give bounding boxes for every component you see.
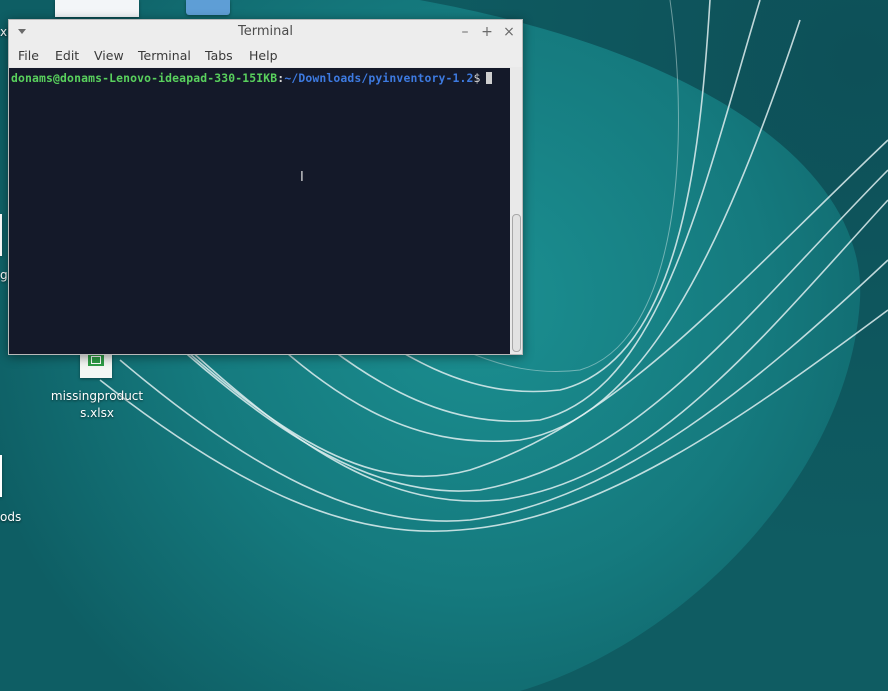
maximize-button[interactable]: + [478,23,496,41]
menu-terminal[interactable]: Terminal [138,48,191,63]
menu-view[interactable]: View [94,48,124,63]
prompt-symbol: $ [473,71,481,85]
menu-bar: File Edit View Terminal Tabs Help [9,44,522,67]
minimize-button[interactable]: – [456,23,474,41]
ibeam-cursor-icon: I [300,170,304,185]
desktop-thumbnail-icon[interactable] [55,0,139,17]
prompt-user-host: donams@donams-Lenovo-ideapad-330-15IKB [11,71,278,85]
menu-file[interactable]: File [18,48,39,63]
menu-edit[interactable]: Edit [55,48,79,63]
menu-tabs[interactable]: Tabs [205,48,233,63]
file-icon[interactable] [0,214,2,256]
title-bar[interactable]: Terminal – + × [9,20,522,44]
menu-help[interactable]: Help [249,48,278,63]
icon-label-line2: s.xlsx [80,406,114,420]
close-button[interactable]: × [500,23,518,41]
desktop-icon-label-ods[interactable]: ods [0,509,21,526]
desktop-icon-label-g[interactable]: g [0,267,8,284]
folder-icon[interactable] [186,0,230,15]
icon-label-line1: missingproduct [50,389,144,403]
terminal-window[interactable]: Terminal – + × File Edit View Terminal T… [8,19,523,355]
scrollbar-thumb[interactable] [512,214,521,352]
text-cursor [485,72,492,84]
terminal-output[interactable]: donams@donams-Lenovo-ideapad-330-15IKB:~… [9,68,510,354]
prompt-path: ~/Downloads/pyinventory-1.2 [284,71,474,85]
window-title: Terminal [238,24,293,39]
prompt-line: donams@donams-Lenovo-ideapad-330-15IKB:~… [11,71,492,85]
desktop-icon-label-missingproducts[interactable]: missingproduct s.xlsx [48,388,146,422]
file-icon[interactable] [0,455,2,497]
